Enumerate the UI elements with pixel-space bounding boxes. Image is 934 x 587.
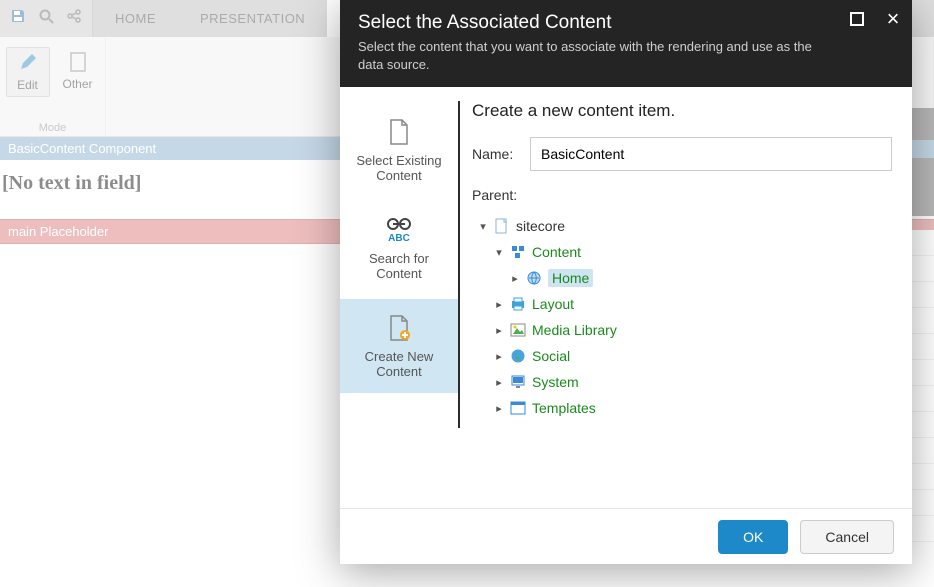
window-icon	[510, 400, 526, 416]
globe-icon	[526, 270, 542, 286]
caret-right-icon[interactable]: ▸	[494, 350, 504, 363]
name-label: Name:	[472, 146, 518, 162]
name-field[interactable]	[530, 137, 892, 171]
nav-select-existing[interactable]: Select Existing Content	[340, 103, 458, 197]
caret-down-icon[interactable]: ▾	[478, 220, 488, 233]
nav-create-new[interactable]: Create New Content	[340, 299, 458, 393]
dialog: Select the Associated Content Select the…	[340, 0, 912, 564]
dialog-header: Select the Associated Content Select the…	[340, 0, 912, 87]
document-icon	[494, 218, 510, 234]
caret-right-icon[interactable]: ▸	[494, 298, 504, 311]
svg-text:ABC: ABC	[388, 233, 410, 244]
dialog-title: Select the Associated Content	[358, 12, 894, 34]
caret-down-icon[interactable]: ▾	[494, 246, 504, 259]
dialog-body: Select Existing Content ABC Search for C…	[340, 87, 912, 508]
image-icon	[510, 322, 526, 338]
dialog-nav: Select Existing Content ABC Search for C…	[340, 87, 458, 508]
cubes-icon	[510, 244, 526, 260]
tree-node-social[interactable]: ▸ Social	[472, 343, 892, 369]
nav-search[interactable]: ABC Search for Content	[340, 201, 458, 295]
tree-node-system[interactable]: ▸ System	[472, 369, 892, 395]
dialog-divider	[458, 101, 460, 428]
dialog-footer: OK Cancel	[340, 508, 912, 564]
caret-right-icon[interactable]: ▸	[510, 272, 520, 285]
cancel-button[interactable]: Cancel	[800, 520, 894, 554]
close-icon[interactable]: ×	[884, 10, 902, 28]
dialog-heading: Create a new content item.	[472, 101, 892, 121]
maximize-icon[interactable]	[848, 10, 866, 28]
caret-right-icon[interactable]: ▸	[494, 402, 504, 415]
tree-node-templates[interactable]: ▸ Templates	[472, 395, 892, 421]
printer-icon	[510, 296, 526, 312]
tree-node-content[interactable]: ▾ Content	[472, 239, 892, 265]
tree-node-sitecore[interactable]: ▾ sitecore	[472, 213, 892, 239]
ok-button[interactable]: OK	[718, 520, 788, 554]
caret-right-icon[interactable]: ▸	[494, 324, 504, 337]
dialog-main: Create a new content item. Name: Parent:…	[468, 87, 912, 508]
monitor-icon	[510, 374, 526, 390]
tree-node-layout[interactable]: ▸ Layout	[472, 291, 892, 317]
dialog-subtitle: Select the content that you want to asso…	[358, 38, 828, 73]
tree-node-media[interactable]: ▸ Media Library	[472, 317, 892, 343]
tree: ▾ sitecore ▾ Content ▸ Home ▸ La	[472, 213, 892, 421]
earth-icon	[510, 348, 526, 364]
parent-label: Parent:	[472, 187, 892, 203]
tree-node-home[interactable]: ▸ Home	[472, 265, 892, 291]
caret-right-icon[interactable]: ▸	[494, 376, 504, 389]
